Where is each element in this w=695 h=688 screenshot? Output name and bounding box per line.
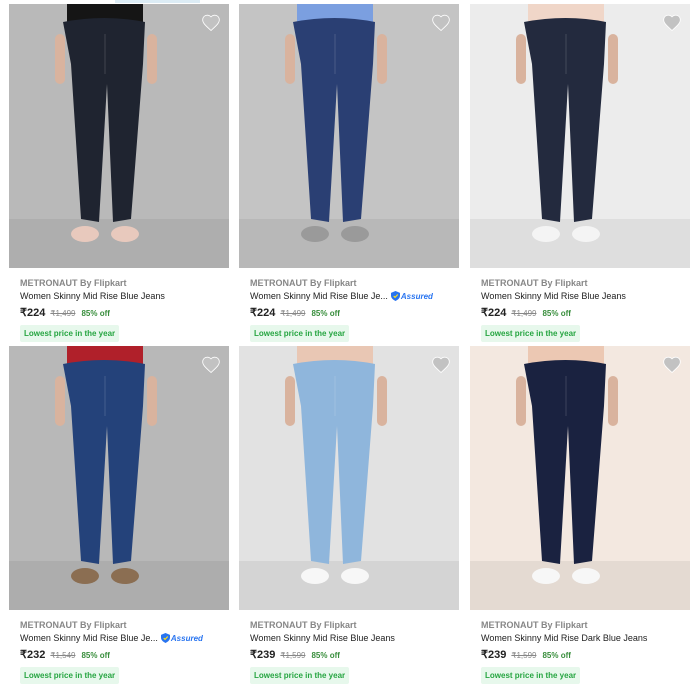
- assured-label: Assured: [170, 633, 203, 643]
- shield-icon: [160, 633, 170, 643]
- product-brand: METRONAUT By Flipkart: [20, 278, 127, 288]
- price-row: ₹224 ₹1,499 85% off: [20, 306, 110, 319]
- product-mrp: ₹1,599: [280, 651, 306, 660]
- assured-badge: Assured: [390, 291, 433, 301]
- product-price: ₹239: [250, 649, 276, 661]
- product-image[interactable]: [9, 346, 229, 610]
- heart-icon[interactable]: [431, 13, 451, 33]
- product-mrp: ₹1,499: [280, 309, 306, 318]
- product-title[interactable]: Women Skinny Mid Rise Blue Jeans: [481, 291, 626, 301]
- heart-icon[interactable]: [201, 355, 221, 375]
- product-title[interactable]: Women Skinny Mid Rise Dark Blue Jeans: [481, 633, 647, 643]
- product-card[interactable]: METRONAUT By Flipkart Women Skinny Mid Ri…: [239, 346, 459, 688]
- product-title-row[interactable]: Women Skinny Mid Rise Blue Jeans: [250, 633, 395, 643]
- product-title[interactable]: Women Skinny Mid Rise Blue Je...: [20, 633, 158, 643]
- product-card[interactable]: METRONAUT By Flipkart Women Skinny Mid Ri…: [239, 4, 459, 346]
- price-row: ₹239 ₹1,599 85% off: [481, 648, 571, 661]
- product-brand: METRONAUT By Flipkart: [481, 278, 588, 288]
- lowest-price-badge: Lowest price in the year: [250, 325, 350, 342]
- product-discount: 85% off: [81, 651, 110, 660]
- product-discount: 85% off: [311, 651, 340, 660]
- product-discount: 85% off: [542, 309, 571, 318]
- product-title-row[interactable]: Women Skinny Mid Rise Blue Je... Assured: [250, 291, 433, 301]
- product-price: ₹224: [250, 307, 276, 319]
- product-discount: 85% off: [542, 651, 571, 660]
- product-price: ₹239: [481, 649, 507, 661]
- product-mrp: ₹1,499: [50, 309, 76, 318]
- lowest-price-badge: Lowest price in the year: [250, 667, 350, 684]
- product-image[interactable]: [239, 346, 459, 610]
- product-price: ₹224: [481, 307, 507, 319]
- product-card[interactable]: METRONAUT By Flipkart Women Skinny Mid Ri…: [470, 346, 690, 688]
- product-brand: METRONAUT By Flipkart: [20, 620, 127, 630]
- lowest-price-badge: Lowest price in the year: [20, 667, 120, 684]
- product-image[interactable]: [9, 4, 229, 268]
- product-title[interactable]: Women Skinny Mid Rise Blue Jeans: [20, 291, 165, 301]
- product-price: ₹232: [20, 649, 46, 661]
- product-image[interactable]: [470, 346, 690, 610]
- product-card[interactable]: METRONAUT By Flipkart Women Skinny Mid Ri…: [9, 4, 229, 346]
- price-row: ₹224 ₹1,499 85% off: [481, 306, 571, 319]
- product-mrp: ₹1,549: [50, 651, 76, 660]
- product-card[interactable]: METRONAUT By Flipkart Women Skinny Mid Ri…: [470, 4, 690, 346]
- product-title-row[interactable]: Women Skinny Mid Rise Dark Blue Jeans: [481, 633, 647, 643]
- product-discount: 85% off: [81, 309, 110, 318]
- product-discount: 85% off: [311, 309, 340, 318]
- product-title-row[interactable]: Women Skinny Mid Rise Blue Je... Assured: [20, 633, 203, 643]
- product-title[interactable]: Women Skinny Mid Rise Blue Jeans: [250, 633, 395, 643]
- price-row: ₹224 ₹1,499 85% off: [250, 306, 340, 319]
- product-mrp: ₹1,599: [511, 651, 537, 660]
- lowest-price-badge: Lowest price in the year: [20, 325, 120, 342]
- assured-label: Assured: [400, 291, 433, 301]
- product-brand: METRONAUT By Flipkart: [250, 278, 357, 288]
- lowest-price-badge: Lowest price in the year: [481, 325, 581, 342]
- product-title-row[interactable]: Women Skinny Mid Rise Blue Jeans: [20, 291, 165, 301]
- product-mrp: ₹1,499: [511, 309, 537, 318]
- product-title[interactable]: Women Skinny Mid Rise Blue Je...: [250, 291, 388, 301]
- heart-icon[interactable]: [662, 13, 682, 33]
- shield-icon: [390, 291, 400, 301]
- price-row: ₹232 ₹1,549 85% off: [20, 648, 110, 661]
- lowest-price-badge: Lowest price in the year: [481, 667, 581, 684]
- product-brand: METRONAUT By Flipkart: [250, 620, 357, 630]
- product-image[interactable]: [470, 4, 690, 268]
- heart-icon[interactable]: [431, 355, 451, 375]
- heart-icon[interactable]: [662, 355, 682, 375]
- top-scroll-indicator: [115, 0, 200, 3]
- product-brand: METRONAUT By Flipkart: [481, 620, 588, 630]
- assured-badge: Assured: [160, 633, 203, 643]
- product-image[interactable]: [239, 4, 459, 268]
- product-card[interactable]: METRONAUT By Flipkart Women Skinny Mid Ri…: [9, 346, 229, 688]
- heart-icon[interactable]: [201, 13, 221, 33]
- price-row: ₹239 ₹1,599 85% off: [250, 648, 340, 661]
- product-title-row[interactable]: Women Skinny Mid Rise Blue Jeans: [481, 291, 626, 301]
- product-price: ₹224: [20, 307, 46, 319]
